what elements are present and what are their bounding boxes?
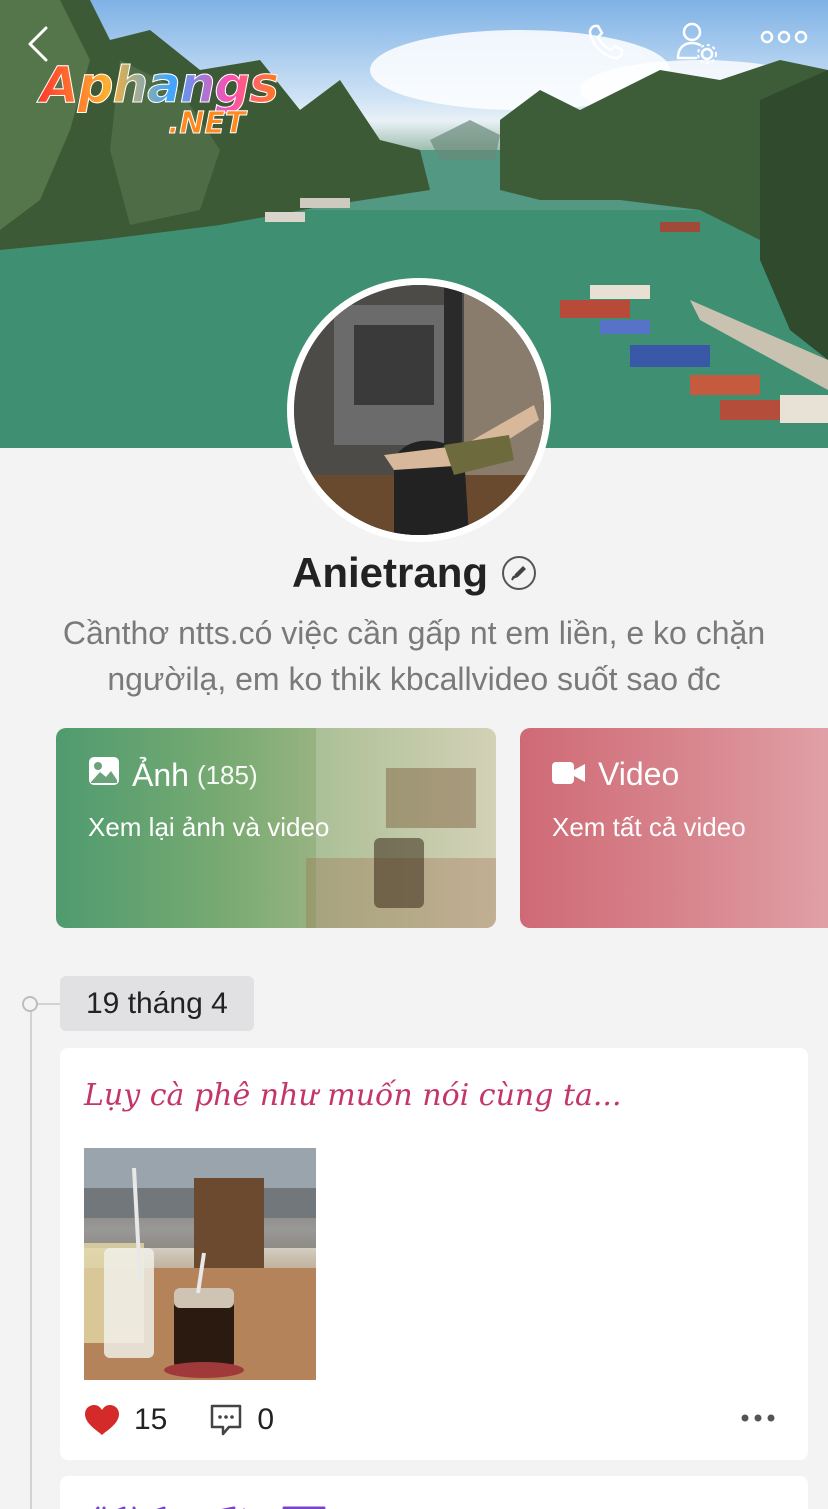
like-count: 15 (134, 1403, 168, 1436)
image-icon (88, 756, 120, 794)
avatar[interactable] (287, 278, 551, 542)
photos-count: (185) (196, 759, 258, 790)
comment-icon (211, 1404, 242, 1436)
photos-card-title-row: Ảnh (185) (88, 756, 258, 794)
heart-icon (85, 1405, 119, 1435)
user-settings-icon[interactable] (674, 20, 724, 68)
comment-count: 0 (257, 1403, 275, 1436)
profile-name: Anietrang (291, 549, 488, 596)
post-text[interactable]: Lụy cà phê như muốn nói cùng ta... (84, 1078, 622, 1113)
comment-button[interactable]: 0 (209, 1403, 274, 1437)
profile-bio: Cầnthơ ntts.có việc cần gấp nt em liền, … (62, 615, 766, 697)
timeline-post-next[interactable] (60, 1476, 808, 1509)
more-dots-icon[interactable] (760, 30, 810, 58)
watermark-line2: .NET (167, 106, 246, 142)
date-chip: 19 tháng 4 (60, 976, 254, 1031)
videos-card[interactable]: Video Xem tất cả video (520, 728, 828, 928)
post-actions: 15 0 (84, 1400, 784, 1440)
edit-pencil-icon[interactable] (502, 556, 536, 590)
post-image[interactable] (84, 1148, 316, 1380)
next-post-text-partial (95, 1506, 326, 1509)
photos-card-title: Ảnh (132, 756, 189, 793)
phone-icon[interactable] (586, 22, 630, 66)
top-bar (0, 0, 828, 90)
post-more-icon[interactable] (740, 1408, 776, 1427)
avatar-photo (294, 285, 544, 535)
videos-card-subtitle: Xem tất cả video (552, 812, 746, 842)
timeline-dot (22, 996, 38, 1012)
like-button[interactable]: 15 (84, 1403, 167, 1437)
photos-card-subtitle: Xem lại ảnh và video (88, 812, 330, 842)
photos-card[interactable]: Ảnh (185) Xem lại ảnh và video (56, 728, 496, 928)
timeline-line (30, 1010, 32, 1509)
timeline-post[interactable]: Lụy cà phê như muốn nói cùng ta... 15 0 (60, 1048, 808, 1460)
profile-name-row: Anietrang (0, 545, 828, 601)
videos-card-title-row: Video (552, 756, 679, 793)
back-chevron-icon[interactable] (26, 26, 66, 66)
video-camera-icon (552, 756, 586, 793)
videos-card-title: Video (598, 756, 680, 792)
